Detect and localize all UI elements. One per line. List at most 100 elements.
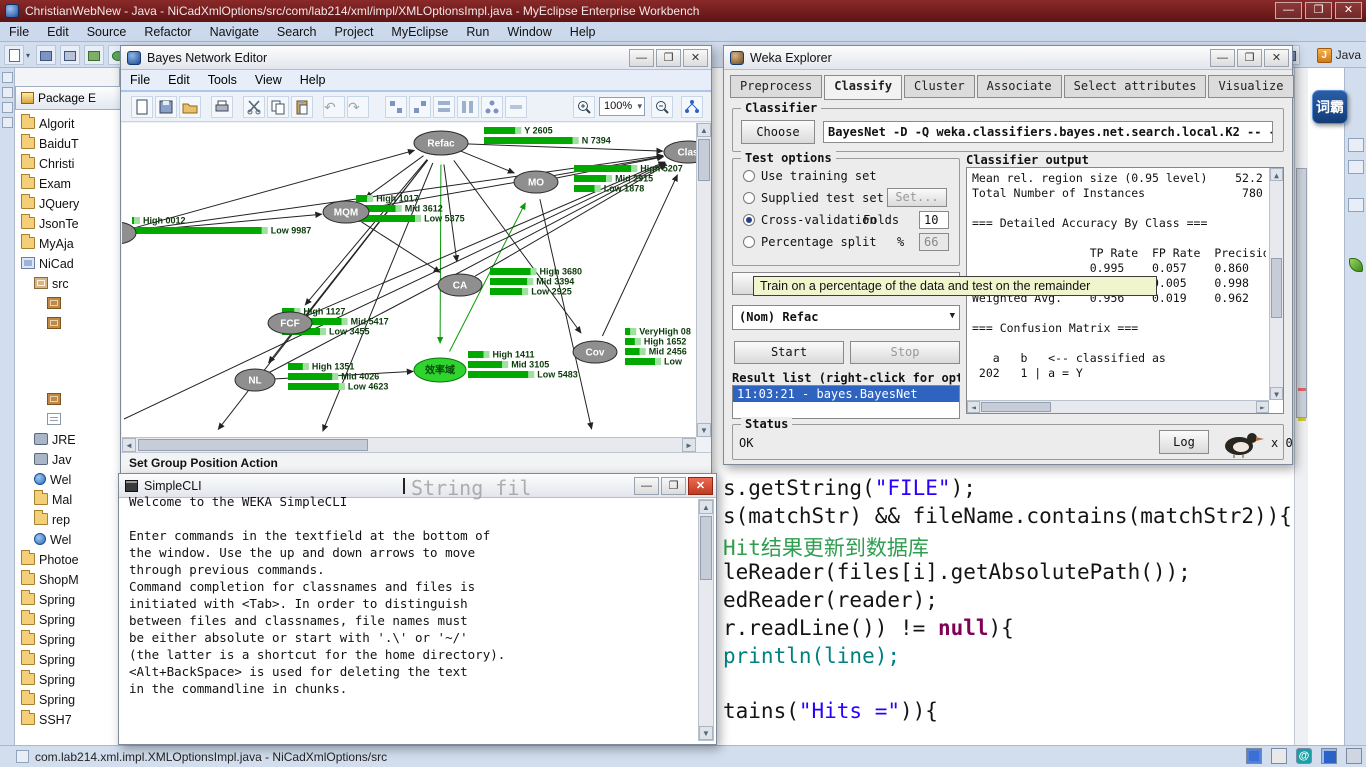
start-button[interactable]: Start	[734, 341, 844, 364]
cut-icon[interactable]	[243, 96, 265, 118]
tab-classify[interactable]: Classify	[824, 75, 902, 100]
tab-cluster[interactable]: Cluster	[904, 75, 975, 98]
minimized-explorer-icon[interactable]	[2, 102, 13, 113]
tree-item-JQuery[interactable]: JQuery	[15, 194, 120, 214]
menu-file[interactable]: File	[0, 22, 38, 42]
simplecli-output-text[interactable]: Welcome to the WEKA SimpleCLI Enter comm…	[123, 491, 696, 740]
percent-field[interactable]: 66	[919, 233, 949, 251]
fast-view-icon[interactable]	[2, 87, 13, 98]
leaf-icon[interactable]	[1349, 258, 1363, 272]
bayes-menu-view[interactable]: View	[246, 70, 291, 90]
bayes-menu-edit[interactable]: Edit	[159, 70, 199, 90]
layout-icon-4[interactable]	[457, 96, 479, 118]
weka-maximize-button[interactable]: ❐	[1237, 49, 1262, 67]
percentage-split-option[interactable]: Percentage split	[743, 235, 877, 249]
bayes-close-button[interactable]: ✕	[683, 49, 708, 67]
menu-edit[interactable]: Edit	[38, 22, 78, 42]
redo-icon[interactable]: ↷	[347, 96, 369, 118]
bayes-menu-help[interactable]: Help	[291, 70, 335, 90]
stop-button[interactable]: Stop	[850, 341, 960, 364]
graph-node-left[interactable]	[122, 222, 136, 244]
scroll-left-arrow[interactable]: ◄	[122, 438, 136, 452]
print-network-icon[interactable]	[211, 96, 233, 118]
doc-tray-icon[interactable]	[1271, 748, 1287, 764]
menu-myeclipse[interactable]: MyEclipse	[382, 22, 457, 42]
bayes-hscrollbar[interactable]: ◄ ►	[122, 437, 696, 452]
perspective-switcher[interactable]: J Java	[1317, 44, 1361, 66]
tree-item-Jav[interactable]: Jav	[15, 450, 120, 470]
open-network-icon[interactable]	[179, 96, 201, 118]
editor-vscrollbar[interactable]	[1294, 68, 1308, 745]
output-hscrollbar[interactable]: ◄ ►	[967, 400, 1269, 413]
percentage-split-radio[interactable]	[743, 236, 755, 248]
layout-icon-6[interactable]	[505, 96, 527, 118]
output-scroll-right[interactable]: ►	[1256, 401, 1269, 413]
minimized-outline-icon[interactable]	[2, 117, 13, 128]
weka-minimize-button[interactable]: —	[1210, 49, 1235, 67]
tree-item-Exam[interactable]: Exam	[15, 174, 120, 194]
zoom-in-icon[interactable]	[573, 96, 595, 118]
menu-source[interactable]: Source	[78, 22, 136, 42]
ciba-widget[interactable]: 词霸	[1312, 90, 1348, 124]
tree-item-Photoe[interactable]: Photoe	[15, 550, 120, 570]
display-tray-icon[interactable]	[1321, 748, 1337, 764]
main-titlebar[interactable]: ChristianWebNew - Java - NiCadXmlOptions…	[0, 0, 1366, 22]
cli-scroll-up[interactable]: ▲	[699, 500, 713, 514]
bayes-vscrollbar[interactable]: ▲ ▼	[696, 123, 711, 437]
menu-refactor[interactable]: Refactor	[135, 22, 200, 42]
window-tray-icon[interactable]	[1346, 748, 1362, 764]
tab-preprocess[interactable]: Preprocess	[730, 75, 822, 98]
cli-scroll-down[interactable]: ▼	[699, 726, 713, 740]
scroll-down-arrow[interactable]: ▼	[697, 423, 711, 437]
warning-annotation-mark[interactable]	[1298, 418, 1306, 421]
at-tray-icon[interactable]: @	[1296, 748, 1312, 764]
error-annotation-mark[interactable]	[1298, 388, 1306, 391]
tree-item-JsonTe[interactable]: JsonTe	[15, 214, 120, 234]
zoom-out-icon[interactable]	[651, 96, 673, 118]
output-vscrollbar[interactable]: ▲ ▼	[1269, 168, 1283, 400]
output-scroll-left[interactable]: ◄	[967, 401, 980, 413]
choose-classifier-button[interactable]: Choose	[741, 120, 815, 144]
save-icon[interactable]	[36, 45, 56, 65]
tab-select-attributes[interactable]: Select attributes	[1064, 75, 1207, 98]
tree-item-BaiduT[interactable]: BaiduT	[15, 134, 120, 154]
result-list-item[interactable]: 11:03:21 - bayes.BayesNet	[733, 386, 959, 402]
layout-icon-2[interactable]	[409, 96, 431, 118]
supplied-test-set-radio[interactable]	[743, 192, 755, 204]
network-layout-icon[interactable]	[681, 96, 703, 118]
output-hscroll-thumb[interactable]	[981, 402, 1051, 412]
tab-visualize[interactable]: Visualize	[1208, 75, 1293, 98]
output-scroll-up[interactable]: ▲	[1270, 168, 1283, 181]
tree-item-Spring[interactable]: Spring	[15, 670, 120, 690]
bayes-hscroll-thumb[interactable]	[138, 439, 368, 451]
log-button[interactable]: Log	[1159, 430, 1209, 454]
grid-tray-icon[interactable]	[1246, 748, 1262, 764]
tree-item-Spring[interactable]: Spring	[15, 690, 120, 710]
tree-item-src[interactable]: src	[15, 274, 120, 294]
paste-icon[interactable]	[291, 96, 313, 118]
supplied-test-set-option[interactable]: Supplied test set	[743, 191, 884, 205]
tree-item-Wel[interactable]: Wel	[15, 470, 120, 490]
tree-item-Mal[interactable]: Mal	[15, 490, 120, 510]
new-dropdown-icon[interactable]: ▾	[26, 51, 30, 60]
tree-item-SSH7[interactable]: SSH7	[15, 710, 120, 730]
bayes-graph[interactable]: Y 2605N 7394High 5207Mid 2915Low 1878Hig…	[122, 123, 696, 437]
menu-help[interactable]: Help	[561, 22, 605, 42]
menu-run[interactable]: Run	[457, 22, 498, 42]
simplecli-vscrollbar[interactable]: ▲ ▼	[698, 499, 714, 741]
weka-titlebar[interactable]: Weka Explorer — ❐ ✕	[724, 46, 1292, 70]
tab-associate[interactable]: Associate	[977, 75, 1062, 98]
result-list[interactable]: 11:03:21 - bayes.BayesNet	[732, 385, 960, 419]
layout-icon-1[interactable]	[385, 96, 407, 118]
tree-item-JRE[interactable]: JRE	[15, 430, 120, 450]
undo-icon[interactable]: ↶	[323, 96, 345, 118]
tree-item-Christi[interactable]: Christi	[15, 154, 120, 174]
minimized-view-icon-3[interactable]	[1348, 198, 1364, 212]
minimize-button[interactable]: —	[1275, 2, 1302, 19]
tree-item-package[interactable]	[15, 294, 120, 314]
layout-icon-3[interactable]	[433, 96, 455, 118]
class-attribute-combo[interactable]: (Nom) Refac	[732, 305, 960, 330]
bayes-network-canvas[interactable]: Y 2605N 7394High 5207Mid 2915Low 1878Hig…	[122, 123, 696, 437]
menu-window[interactable]: Window	[498, 22, 560, 42]
tree-item-package[interactable]	[15, 314, 120, 334]
